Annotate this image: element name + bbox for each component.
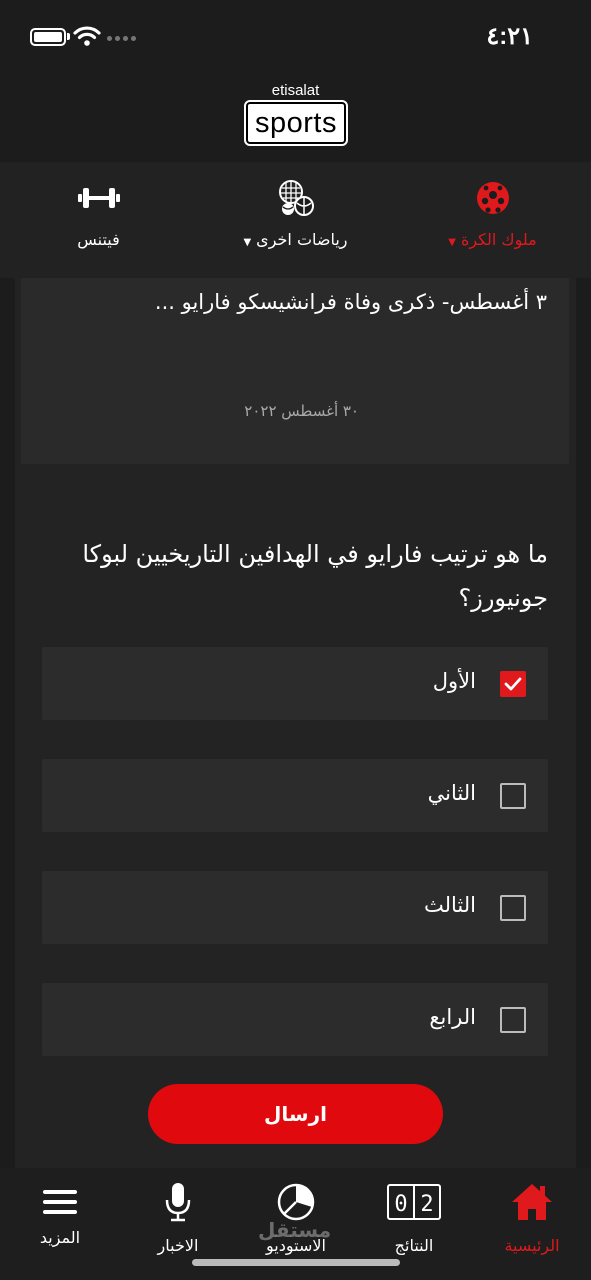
main-content: ٣ أغسطس- ذكرى وفاة فرانشيسكو فارايو ... … [15,278,576,1168]
svg-text:0: 0 [394,1192,407,1217]
brand-logo[interactable]: sports [244,100,348,146]
checkbox[interactable] [500,783,526,809]
option-label: الثالث [424,893,476,917]
wifi-icon [73,26,101,46]
category-other-sports[interactable]: رياضات اخرى▼ [197,162,394,278]
option-label: الأول [432,669,476,693]
signal-icon [107,36,136,41]
home-icon [473,1182,591,1222]
studio-pie-icon [237,1182,355,1222]
category-label: رياضات اخرى▼ [243,230,348,249]
dumbbell-icon [0,176,197,220]
article-date: ٣٠ أغسطس ٢٠٢٢ [244,402,359,420]
category-fitness[interactable]: فيتنس [0,162,197,278]
quiz-option-2[interactable]: الثاني [42,759,548,832]
quiz-option-4[interactable]: الرابع [42,983,548,1056]
brand-top-text: etisalat [271,82,320,99]
tab-home[interactable]: الرئيسية [473,1168,591,1280]
checkbox[interactable] [500,1007,526,1033]
sports-balls-icon [197,176,394,220]
microphone-icon [119,1182,237,1222]
battery-tip [67,33,70,40]
quiz-option-3[interactable]: الثالث [42,871,548,944]
chevron-down-icon: ▼ [448,237,456,248]
article-card[interactable]: ٣ أغسطس- ذكرى وفاة فرانشيسكو فارايو ... … [21,278,569,464]
article-title: ٣ أغسطس- ذكرى وفاة فرانشيسكو فارايو ... [154,290,547,314]
tab-label: الاخبار [157,1236,199,1255]
category-nav: ملوك الكرة▼ رياضات اخرى▼ فيتنس [0,162,591,278]
checkmark-icon [504,677,522,691]
menu-icon [1,1182,119,1222]
tab-label: المزيد [39,1228,81,1247]
soccer-ball-icon [394,176,591,220]
tab-label: الرئيسية [504,1236,560,1255]
scoreboard-icon: 0 2 [355,1182,473,1222]
category-label: ملوك الكرة▼ [448,230,537,249]
checkbox-checked[interactable] [500,671,526,697]
battery-icon [30,28,66,46]
svg-text:2: 2 [420,1192,433,1217]
category-label: فيتنس [77,230,120,249]
chevron-down-icon: ▼ [243,237,252,248]
category-soccer-kings[interactable]: ملوك الكرة▼ [394,162,591,278]
option-label: الرابع [429,1005,476,1029]
submit-button[interactable]: ارسال [148,1084,443,1144]
brand-header: etisalat sports [0,72,591,162]
watermark: مستقل [258,1218,332,1242]
home-indicator[interactable] [192,1259,400,1266]
tab-label: النتائج [394,1236,434,1255]
quiz-question: ما هو ترتيب فارايو في الهدافين التاريخيي… [82,540,548,612]
tab-more[interactable]: المزيد [1,1168,119,1280]
status-time: ٤:٢١ [486,23,533,50]
checkbox[interactable] [500,895,526,921]
quiz-option-1[interactable]: الأول [42,647,548,720]
option-label: الثاني [427,781,476,805]
status-bar: ٤:٢١ [0,0,591,72]
